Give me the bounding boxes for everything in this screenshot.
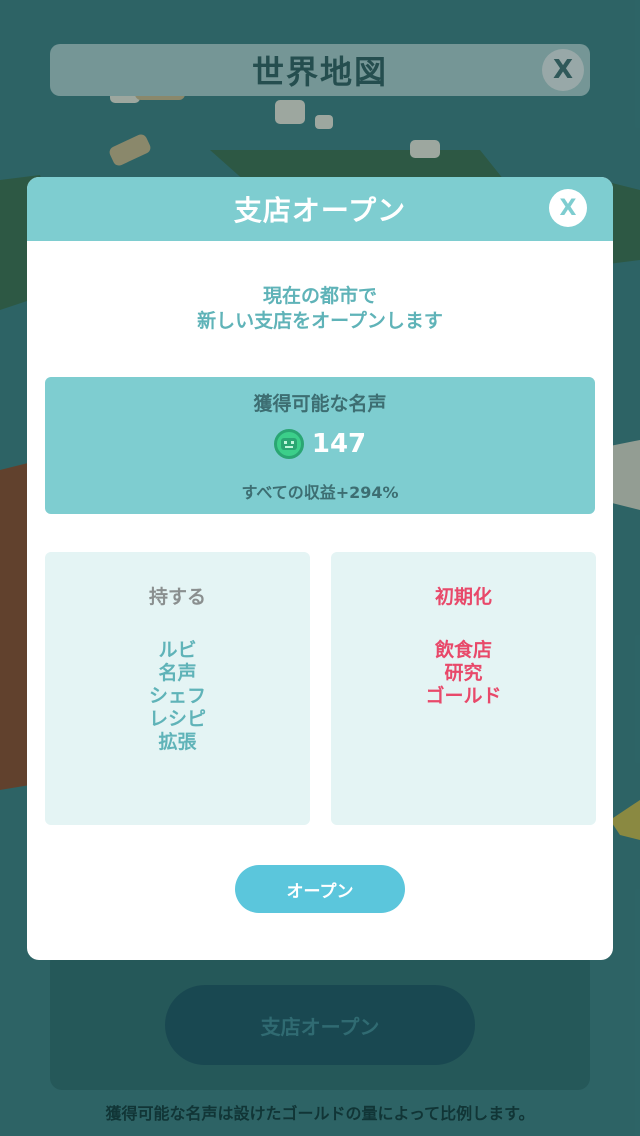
open-button-label: オープン bbox=[286, 881, 354, 902]
fame-label: 獲得可能な名声 bbox=[253, 393, 387, 415]
fame-value: 147 bbox=[311, 429, 367, 459]
keep-title: 持する bbox=[148, 586, 206, 608]
list-item: 拡張 bbox=[158, 731, 197, 753]
list-item: シェフ bbox=[148, 685, 206, 707]
fame-reward-panel: 獲得可能な名声 147 すべての収益+294% bbox=[45, 377, 595, 514]
dialog-description: 現在の都市で 新しい支店をオープンします bbox=[27, 284, 613, 334]
fame-coin-icon bbox=[273, 429, 304, 459]
fame-bonus: すべての収益+294% bbox=[241, 483, 399, 502]
list-item: ルビ bbox=[158, 639, 197, 661]
keep-list: ルビ 名声 シェフ レシピ 拡張 bbox=[45, 639, 310, 754]
list-item: 名声 bbox=[158, 662, 197, 684]
fame-value-row: 147 bbox=[45, 429, 595, 459]
close-icon: X bbox=[559, 195, 577, 221]
description-line-1: 現在の都市で bbox=[262, 285, 377, 307]
open-branch-dialog: 支店オープン X 現在の都市で 新しい支店をオープンします 獲得可能な名声 14… bbox=[27, 177, 613, 960]
keep-panel: 持する ルビ 名声 シェフ レシピ 拡張 bbox=[45, 552, 310, 825]
dialog-close-button[interactable]: X bbox=[549, 189, 587, 227]
reset-panel: 初期化 飲食店 研究 ゴールド bbox=[331, 552, 596, 825]
description-line-2: 新しい支店をオープンします bbox=[197, 310, 443, 332]
reset-list: 飲食店 研究 ゴールド bbox=[331, 639, 596, 708]
list-item: レシピ bbox=[148, 708, 206, 730]
list-item: 研究 bbox=[444, 662, 483, 684]
dialog-title: 支店オープン bbox=[233, 194, 407, 227]
reset-title: 初期化 bbox=[434, 586, 492, 608]
dialog-header: 支店オープン bbox=[27, 177, 613, 241]
list-item: 飲食店 bbox=[434, 639, 492, 661]
list-item: ゴールド bbox=[425, 685, 502, 707]
open-button[interactable]: オープン bbox=[235, 865, 405, 913]
